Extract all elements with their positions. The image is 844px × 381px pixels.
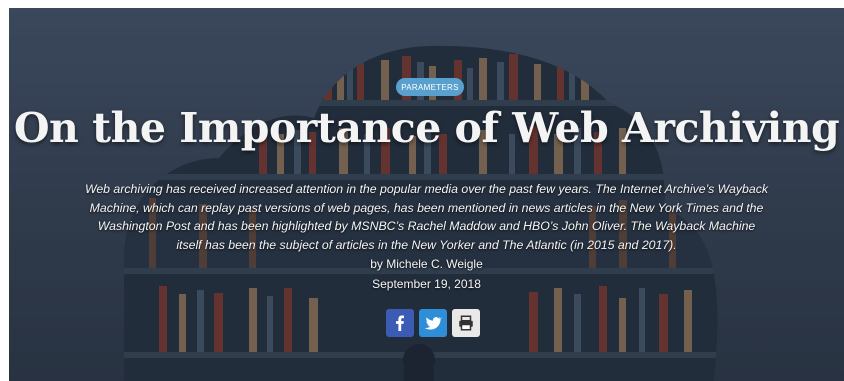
facebook-icon bbox=[396, 315, 404, 331]
share-twitter-button[interactable] bbox=[419, 309, 447, 337]
article-summary: Web archiving has received increased att… bbox=[84, 182, 769, 252]
share-buttons bbox=[386, 309, 480, 337]
category-tag[interactable]: PARAMETERS bbox=[396, 78, 464, 96]
print-icon bbox=[459, 315, 473, 331]
print-button[interactable] bbox=[452, 309, 480, 337]
article-date: September 19, 2018 bbox=[372, 277, 481, 291]
share-facebook-button[interactable] bbox=[386, 309, 414, 337]
article-title: On the Importance of Web Archiving bbox=[13, 104, 840, 152]
hero-banner: PARAMETERS On the Importance of Web Arch… bbox=[9, 8, 844, 381]
article-byline: by Michele C. Weigle bbox=[370, 257, 483, 271]
twitter-icon bbox=[424, 317, 442, 330]
